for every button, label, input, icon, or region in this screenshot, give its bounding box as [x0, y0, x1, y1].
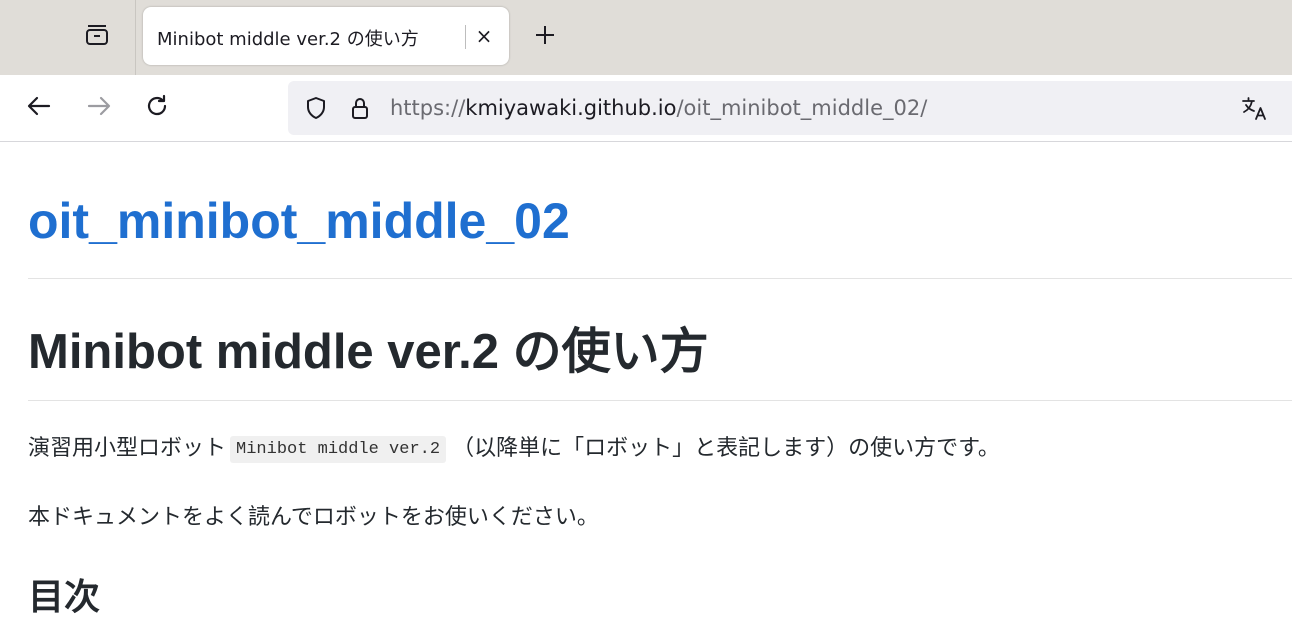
usage-note: 本ドキュメントをよく読んでロボットをお使いください。: [28, 505, 599, 530]
active-tab[interactable]: Minibot middle ver.2 の使い方 ×: [143, 7, 509, 65]
heading-divider: [28, 400, 1292, 401]
page-content: oit_minibot_middle_02 Minibot middle ver…: [0, 142, 1292, 630]
navigation-toolbar: https://kmiyawaki.github.io/oit_minibot_…: [0, 75, 1292, 142]
tab-list-button[interactable]: [78, 18, 116, 56]
header-divider: [28, 278, 1292, 279]
tab-strip: Minibot middle ver.2 の使い方 ×: [0, 0, 1292, 75]
new-tab-button[interactable]: [528, 20, 562, 54]
inline-code: Minibot middle ver.2: [230, 436, 447, 463]
forward-button[interactable]: [80, 89, 118, 127]
back-arrow-icon: [26, 95, 52, 121]
intro-text-after: （以降単に「ロボット」と表記します）の使い方です。: [452, 436, 1000, 461]
tab-list-icon: [84, 23, 110, 51]
url-scheme: https://: [390, 96, 466, 120]
tab-strip-divider: [135, 0, 136, 75]
toc-heading: 目次: [28, 576, 101, 617]
url-host: kmiyawaki.github.io: [465, 96, 677, 120]
close-icon: ×: [475, 24, 493, 48]
browser-window: Minibot middle ver.2 の使い方 × https://kmiy…: [0, 0, 1292, 630]
site-title-link[interactable]: oit_minibot_middle_02: [28, 192, 570, 250]
back-button[interactable]: [20, 89, 58, 127]
page-title: Minibot middle ver.2 の使い方: [28, 325, 709, 379]
reload-button[interactable]: [138, 89, 176, 127]
url-text[interactable]: https://kmiyawaki.github.io/oit_minibot_…: [390, 96, 927, 120]
tab-title-fade: [465, 25, 466, 49]
address-bar[interactable]: https://kmiyawaki.github.io/oit_minibot_…: [288, 81, 1292, 135]
url-path: /oit_minibot_middle_02/: [676, 96, 928, 120]
reload-icon: [145, 94, 169, 122]
shield-icon[interactable]: [304, 96, 328, 120]
intro-text-before: 演習用小型ロボット: [28, 436, 227, 461]
lock-icon[interactable]: [348, 96, 372, 120]
forward-arrow-icon: [86, 95, 112, 121]
tab-title: Minibot middle ver.2 の使い方: [157, 29, 419, 50]
plus-icon: [534, 24, 556, 50]
close-tab-button[interactable]: ×: [471, 23, 497, 49]
intro-paragraph: 演習用小型ロボット Minibot middle ver.2 （以降単に「ロボット」…: [28, 430, 1000, 463]
translate-icon[interactable]: [1240, 94, 1270, 124]
